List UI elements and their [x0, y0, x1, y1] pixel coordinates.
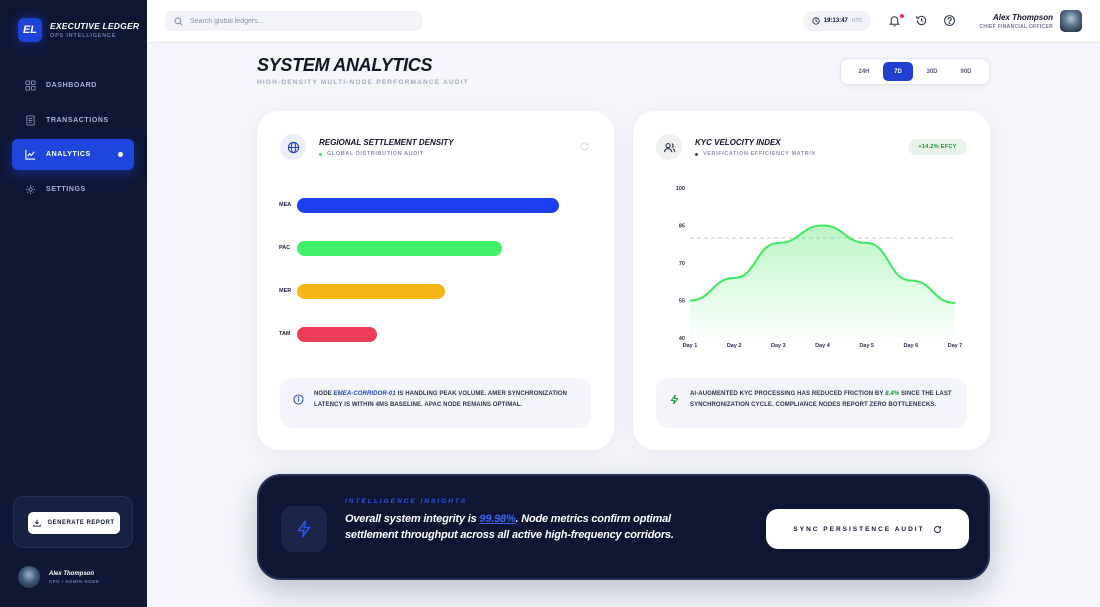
- help-icon[interactable]: [943, 14, 956, 27]
- active-indicator: [118, 152, 123, 157]
- generate-report-label: GENERATE REPORT: [47, 520, 115, 526]
- search-input[interactable]: [190, 17, 410, 25]
- lightning-icon: [670, 394, 679, 405]
- globe-icon-badge: [280, 134, 306, 160]
- note-percent-highlight: 8.4%: [885, 391, 900, 397]
- sidebar-nav: DASHBOARD TRANSACTIONS ANALYTICS SETTING…: [12, 70, 134, 208]
- document-icon: [26, 114, 35, 126]
- clock-timezone: UTC: [851, 18, 863, 24]
- kyc-area-chart: 100 85 70 55 40Day 1 Day 2 Day 3 Day 4 Day 5 Day …: [676, 186, 963, 349]
- generate-report-button[interactable]: GENERATE REPORT: [28, 512, 120, 534]
- page-title: SYSTEM ANALYTICS: [257, 55, 433, 75]
- note-text-prefix: NODE: [314, 391, 334, 397]
- y-tick-label: 40: [679, 336, 685, 342]
- sync-button-label: SYNC PERSISTENCE AUDIT: [793, 525, 925, 533]
- range-7d-button[interactable]: 7D: [883, 62, 913, 81]
- refresh-icon[interactable]: [579, 141, 590, 152]
- report-panel: GENERATE REPORT: [13, 496, 133, 548]
- bar[interactable]: [297, 284, 446, 299]
- search-bar: [165, 11, 422, 31]
- x-tick-label: Day 2: [727, 343, 742, 349]
- sidebar-item-label: TRANSACTIONS: [46, 116, 109, 124]
- clock-time: 19:13:47: [823, 18, 848, 24]
- lightning-icon: [297, 520, 311, 538]
- insights-kicker: INTELLIGENCE INSIGHTS: [345, 498, 468, 505]
- lightning-icon-badge: [281, 506, 327, 552]
- avatar: [1060, 10, 1082, 32]
- sidebar-item-dashboard[interactable]: DASHBOARD: [12, 70, 134, 101]
- sidebar-item-settings[interactable]: SETTINGS: [12, 174, 134, 205]
- insights-text: Overall system integrity is 99.98%. Node…: [345, 512, 690, 543]
- x-tick-label: Day 7: [948, 343, 963, 349]
- brand[interactable]: EL EXECUTIVE LEDGER OPS INTELLIGENCE: [18, 18, 139, 42]
- range-90d-button[interactable]: 90D: [951, 62, 981, 81]
- clock: 19:13:47 UTC: [803, 11, 871, 31]
- status-dot: [319, 152, 322, 156]
- sidebar-item-transactions[interactable]: TRANSACTIONS: [12, 105, 134, 136]
- notification-dot: [900, 14, 904, 18]
- regional-note: NODE EMEA-CORRIDOR-01 IS HANDLING PEAK V…: [280, 378, 591, 428]
- time-range-selector: 24H 7D 30D 90D: [840, 58, 990, 85]
- x-tick-label: Day 1: [683, 343, 698, 349]
- bar[interactable]: [297, 241, 503, 256]
- sync-persistence-audit-button[interactable]: SYNC PERSISTENCE AUDIT: [766, 509, 969, 549]
- bar-label: TAM: [279, 331, 291, 337]
- bar-label: MEA: [279, 202, 292, 208]
- y-tick-label: 100: [676, 186, 685, 192]
- x-tick-label: Day 6: [903, 343, 918, 349]
- y-tick-label: 55: [679, 299, 685, 305]
- globe-icon: [287, 141, 299, 153]
- bar-label: PAC: [279, 245, 291, 251]
- avatar: [18, 566, 40, 588]
- note-node-highlight: EMEA-CORRIDOR-01: [333, 391, 396, 397]
- search-icon: [174, 16, 183, 25]
- x-tick-label: Day 4: [815, 343, 831, 349]
- sidebar-item-label: DASHBOARD: [46, 82, 97, 89]
- sidebar-user-role: CFO • ADMIN NODE: [49, 578, 100, 584]
- regional-subtitle-text: GLOBAL DISTRIBUTION AUDIT: [327, 151, 424, 157]
- bar[interactable]: [297, 198, 560, 213]
- x-tick-label: Day 5: [859, 343, 874, 349]
- note-text-prefix: AI-AUGMENTED KYC PROCESSING HAS REDUCED …: [690, 391, 886, 397]
- intelligence-insights-panel: INTELLIGENCE INSIGHTS Overall system int…: [257, 474, 990, 580]
- kyc-note: AI-AUGMENTED KYC PROCESSING HAS REDUCED …: [656, 378, 967, 428]
- sidebar: EL EXECUTIVE LEDGER OPS INTELLIGENCE DAS…: [0, 0, 147, 607]
- brand-logo: EL: [18, 18, 42, 42]
- page-subtitle: HIGH-DENSITY MULTI-NODE PERFORMANCE AUDI…: [257, 79, 469, 86]
- chart-icon: [25, 149, 36, 160]
- sidebar-user-name: Alex Thompson: [49, 570, 95, 577]
- history-icon[interactable]: [915, 14, 928, 27]
- download-icon: [33, 519, 42, 527]
- range-30d-button[interactable]: 30D: [917, 62, 947, 81]
- sidebar-user[interactable]: Alex Thompson CFO • ADMIN NODE: [18, 566, 99, 588]
- bar-label: MER: [279, 288, 292, 294]
- info-icon: [293, 394, 304, 405]
- x-tick-label: Day 3: [771, 343, 786, 349]
- regional-subtitle: GLOBAL DISTRIBUTION AUDIT: [319, 151, 424, 157]
- sidebar-item-label: ANALYTICS: [46, 151, 91, 158]
- brand-subtitle: OPS INTELLIGENCE: [50, 33, 117, 39]
- insights-text-prefix: Overall system integrity is: [345, 513, 480, 525]
- y-tick-label: 70: [679, 261, 685, 267]
- bar[interactable]: [297, 327, 377, 342]
- y-tick-label: 85: [679, 224, 685, 230]
- range-24h-button[interactable]: 24H: [849, 62, 879, 81]
- grid-icon: [25, 80, 36, 91]
- sidebar-item-label: SETTINGS: [46, 185, 86, 193]
- regional-title: REGIONAL SETTLEMENT DENSITY: [319, 138, 454, 147]
- header-user[interactable]: Alex Thompson CHIEF FINANCIAL OFFICER: [980, 10, 1082, 32]
- refresh-icon: [933, 525, 941, 533]
- integrity-percentage: 99.98%: [479, 513, 516, 525]
- header-user-role: CHIEF FINANCIAL OFFICER: [979, 23, 1053, 30]
- kyc-velocity-card: KYC VELOCITY INDEX VERIFICATION EFFICIEN…: [633, 111, 990, 450]
- regional-density-card: REGIONAL SETTLEMENT DENSITY GLOBAL DISTR…: [257, 111, 614, 450]
- clock-icon: [812, 17, 820, 25]
- gear-icon: [25, 184, 36, 194]
- brand-title: EXECUTIVE LEDGER: [50, 21, 140, 31]
- top-header: 19:13:47 UTC Alex Thompson CHIEF FINANCI…: [147, 0, 1100, 43]
- header-user-name: Alex Thompson: [992, 12, 1053, 22]
- sidebar-item-analytics[interactable]: ANALYTICS: [12, 139, 134, 170]
